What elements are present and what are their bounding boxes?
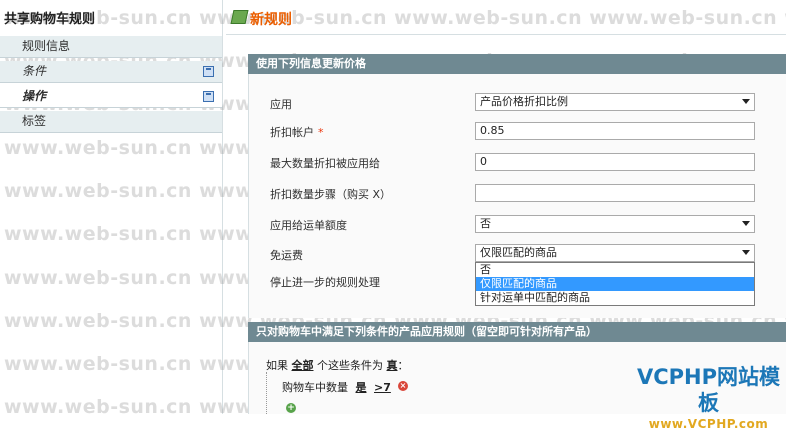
discount-amount-input[interactable]: 0.85 (475, 122, 755, 140)
brand-main-text: VCPHP网站模板 (636, 365, 781, 415)
apply-shipping-label: 应用给运单额度 (270, 219, 347, 232)
free-shipping-label: 免运费 (270, 249, 303, 262)
tab-label: 操作 (22, 89, 47, 103)
dropdown-option-shipment-matching[interactable]: 针对运单中匹配的商品 (476, 291, 754, 305)
condition-value-link[interactable]: >7 (374, 381, 391, 394)
brand-sub-text: www.VCPHP.com (648, 417, 769, 431)
brand-watermark: VCPHP网站模板 www.VCPHP.com (631, 364, 786, 431)
condition-operator-link[interactable]: 是 (356, 381, 367, 394)
chevron-down-icon (742, 221, 750, 226)
condition-item: 购物车中数量 是 >7 (282, 379, 391, 395)
save-icon (203, 66, 214, 77)
chevron-down-icon (742, 250, 750, 255)
dropdown-option-no[interactable]: 否 (476, 263, 754, 277)
page-title: 新规则 (250, 12, 292, 28)
aggregator-all-link[interactable]: 全部 (292, 359, 314, 372)
discount-amount-label: 折扣帐户 * (270, 124, 324, 140)
condition-tree-line (266, 372, 268, 414)
tab-labels[interactable]: 标签 (0, 111, 222, 133)
main-content: 新规则 使用下列信息更新价格 应用 产品价格折扣比例 折扣帐户 * 0.85 最大… (226, 0, 786, 414)
discount-step-label: 折扣数量步骤（购买 X） (270, 188, 392, 201)
if-text: 如果 (266, 359, 288, 372)
mid-text: 个这些条件为 (317, 359, 383, 372)
tab-label: 规则信息 (22, 39, 71, 53)
tab-actions[interactable]: 操作 (0, 86, 222, 108)
max-qty-label: 最大数量折扣被应用给 (270, 157, 380, 170)
apply-shipping-value: 否 (480, 217, 491, 230)
tab-label: 标签 (22, 114, 47, 128)
conditions-section-header: 只对购物车中满足下列条件的产品应用规则（留空即可针对所有产品） (248, 322, 786, 342)
max-qty-input[interactable]: 0 (475, 153, 755, 171)
title-divider (226, 34, 786, 35)
tab-label: 条件 (22, 64, 47, 78)
discount-amount-text: 折扣帐户 (270, 126, 314, 139)
discount-step-input[interactable] (475, 184, 755, 202)
apply-select[interactable]: 产品价格折扣比例 (475, 93, 755, 111)
required-marker: * (318, 126, 324, 139)
tab-rule-info[interactable]: 规则信息 (0, 36, 222, 58)
apply-select-value: 产品价格折扣比例 (480, 95, 568, 108)
colon-text: ： (397, 359, 409, 372)
dropdown-option-matching-items[interactable]: 仅限匹配的商品 (476, 277, 754, 291)
chevron-down-icon (742, 99, 750, 104)
stop-rules-label: 停止进一步的规则处理 (270, 276, 380, 289)
condition-attribute: 购物车中数量 (282, 381, 348, 394)
remove-condition-icon[interactable]: × (398, 381, 408, 391)
condition-aggregator: 如果 全部 个这些条件为 真： (266, 357, 409, 373)
free-shipping-dropdown: 否 仅限匹配的商品 针对运单中匹配的商品 (475, 262, 755, 306)
aggregator-true-link[interactable]: 真 (387, 359, 398, 372)
apply-shipping-select[interactable]: 否 (475, 215, 755, 233)
tab-conditions[interactable]: 条件 (0, 61, 222, 83)
free-shipping-value: 仅限匹配的商品 (480, 246, 557, 259)
actions-section-header: 使用下列信息更新价格 (248, 54, 786, 74)
free-shipping-select[interactable]: 仅限匹配的商品 (475, 244, 755, 262)
apply-label: 应用 (270, 98, 292, 111)
rule-icon (230, 10, 249, 24)
add-condition-icon[interactable]: + (286, 403, 296, 413)
sidebar: 共享购物车规则 规则信息 条件 操作 标签 (0, 0, 224, 414)
sidebar-title: 共享购物车规则 (4, 12, 96, 27)
save-icon (203, 91, 214, 102)
